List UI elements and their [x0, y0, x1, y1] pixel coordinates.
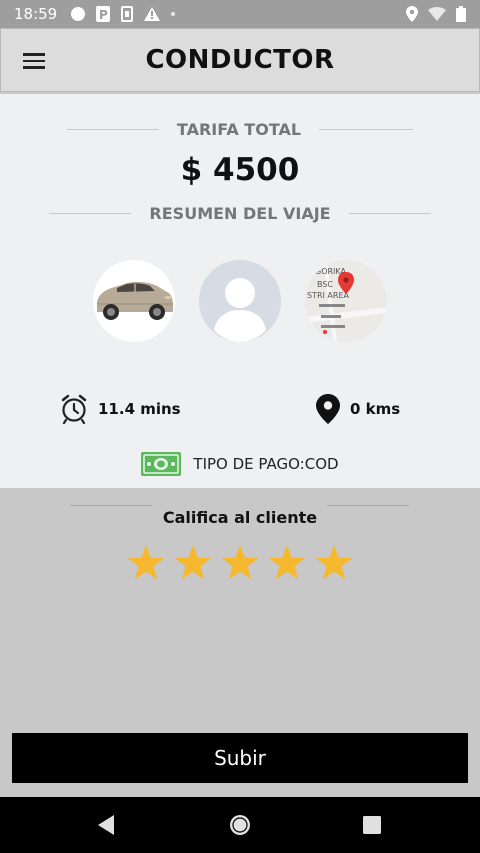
svg-text:BSC: BSC: [317, 280, 333, 289]
wifi-icon: [428, 7, 446, 21]
rating-stars: [126, 543, 354, 583]
alarm-clock-icon: [61, 394, 87, 424]
cash-icon: [141, 452, 182, 476]
divider: [66, 129, 159, 130]
trip-summary: TARIFA TOTAL $ 4500 RESUMEN DEL VIAJE GO…: [0, 94, 480, 488]
home-icon[interactable]: [226, 811, 254, 839]
back-icon[interactable]: [92, 811, 120, 839]
payment-type-label: TIPO DE PAGO:COD: [193, 455, 339, 473]
status-icons-right: [406, 6, 466, 22]
divider: [348, 213, 431, 214]
trip-distance-value: 0 kms: [350, 400, 401, 418]
status-icons-left: P: [71, 6, 176, 22]
warning-icon: [144, 7, 161, 21]
trip-summary-title: RESUMEN DEL VIAJE: [149, 204, 331, 223]
map-thumbnail[interactable]: GORIKA BSC STRI AREA: [305, 260, 387, 342]
rating-title: Califica al cliente: [162, 508, 318, 527]
hamburger-menu-icon[interactable]: [23, 49, 55, 73]
status-bar: 18:59 P: [0, 0, 480, 28]
parking-icon: P: [96, 6, 111, 22]
divider: [49, 213, 132, 214]
star-icon-1[interactable]: [126, 543, 166, 583]
divider: [327, 505, 409, 506]
trip-time: 11.4 mins: [60, 394, 181, 424]
fare-amount: $ 4500: [180, 152, 300, 188]
trip-title-row: RESUMEN DEL VIAJE: [0, 204, 480, 223]
page-title: CONDUCTOR: [145, 45, 335, 75]
navigation-bar: [0, 797, 480, 853]
star-icon-4[interactable]: [267, 543, 307, 583]
app-bar: CONDUCTOR: [0, 28, 480, 92]
star-icon-5[interactable]: [314, 543, 354, 583]
fare-title-row: TARIFA TOTAL: [0, 120, 480, 139]
payment-type: TIPO DE PAGO:COD: [0, 450, 480, 478]
fare-title: TARIFA TOTAL: [176, 120, 302, 139]
avatar: [199, 260, 281, 342]
divider: [70, 505, 152, 506]
star-icon-3[interactable]: [220, 543, 260, 583]
star-icon-2[interactable]: [173, 543, 213, 583]
svg-text:STRI AREA: STRI AREA: [307, 291, 350, 300]
sim-icon: [121, 6, 134, 22]
circle-icon: [71, 7, 86, 21]
location-icon: [406, 6, 418, 22]
battery-icon: [456, 6, 466, 22]
divider: [319, 129, 414, 130]
svg-text:P: P: [99, 8, 108, 22]
trip-stats: 11.4 mins 0 kms: [0, 394, 480, 424]
location-pin-icon: [316, 394, 340, 424]
recents-icon[interactable]: [358, 811, 386, 839]
status-time: 18:59: [14, 5, 58, 23]
trip-distance: 0 kms: [316, 394, 400, 424]
trip-time-value: 11.4 mins: [98, 400, 181, 418]
submit-button[interactable]: Subir: [12, 733, 468, 783]
car-image: [93, 260, 175, 342]
dot-icon: [171, 12, 176, 16]
